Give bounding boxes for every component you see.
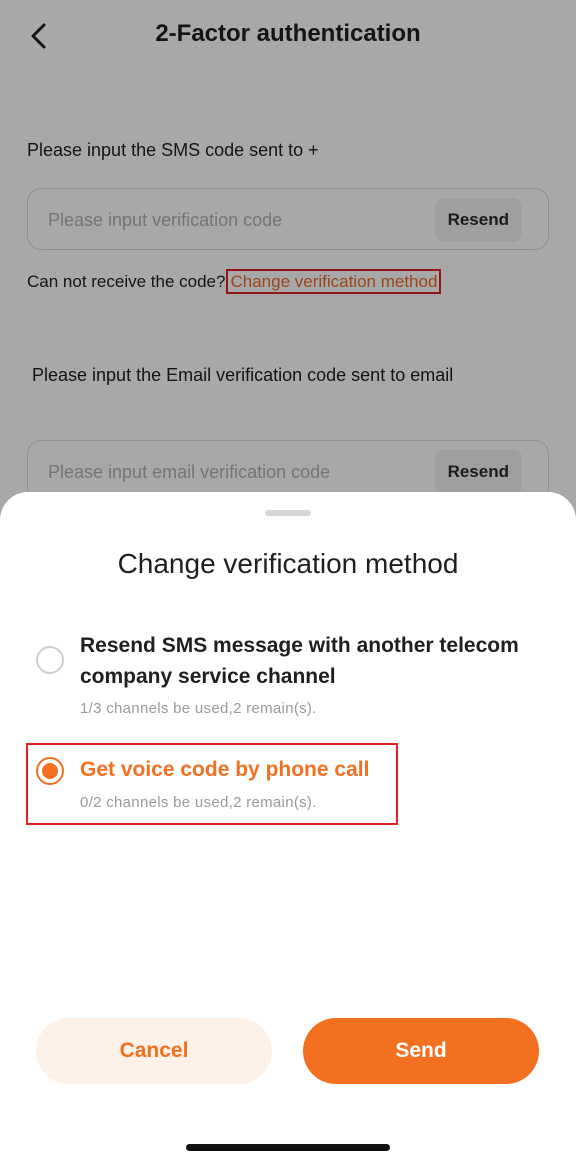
change-method-sheet: Change verification method Resend SMS me…: [0, 492, 576, 1176]
cancel-button[interactable]: Cancel: [36, 1018, 272, 1084]
send-button[interactable]: Send: [303, 1018, 539, 1084]
option-subtitle: 1/3 channels be used,2 remain(s).: [80, 700, 317, 717]
radio-button-unselected[interactable]: [36, 646, 64, 674]
highlight-annotation: [26, 743, 398, 825]
option-resend-sms[interactable]: Resend SMS message with another telecom …: [0, 630, 576, 720]
option-title-line2: company service channel: [80, 665, 336, 688]
option-title-line1: Resend SMS message with another telecom: [80, 634, 519, 657]
sheet-title: Change verification method: [117, 548, 459, 579]
home-indicator: [186, 1144, 390, 1151]
sheet-drag-handle[interactable]: [265, 510, 311, 516]
